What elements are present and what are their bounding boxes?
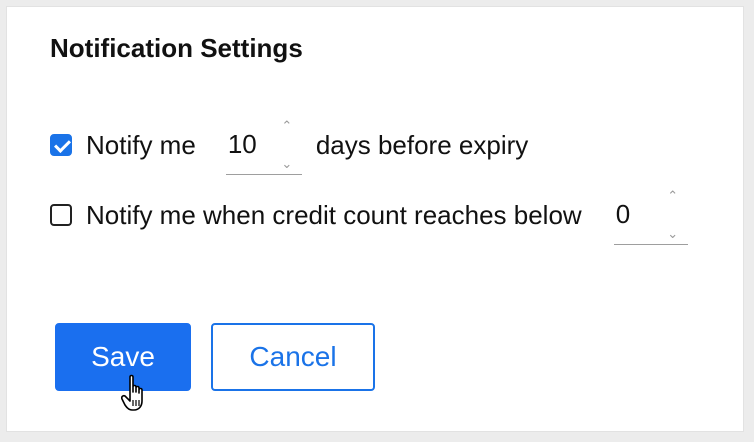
expiry-days-value[interactable]: 10 — [226, 129, 257, 160]
credit-notify-label: Notify me when credit count reaches belo… — [86, 199, 582, 230]
chevron-up-icon[interactable]: ⌃ — [281, 119, 292, 133]
notification-settings-panel: Notification Settings Notify me 10 ⌃ ⌄ d… — [6, 6, 744, 432]
expiry-notify-row: Notify me 10 ⌃ ⌄ days before expiry — [50, 113, 528, 177]
credit-threshold-stepper[interactable]: 0 ⌃ ⌄ — [613, 185, 688, 245]
chevron-down-icon[interactable]: ⌄ — [281, 157, 292, 171]
hand-pointer-icon — [121, 374, 143, 411]
expiry-days-stepper[interactable]: 10 ⌃ ⌄ — [225, 115, 302, 175]
page-title: Notification Settings — [50, 33, 303, 63]
credit-threshold-value[interactable]: 0 — [614, 199, 630, 230]
chevron-down-icon[interactable]: ⌄ — [667, 227, 678, 241]
expiry-suffix-label: days before expiry — [315, 129, 529, 160]
credit-notify-row: Notify me when credit count reaches belo… — [50, 183, 688, 247]
cancel-button[interactable]: Cancel — [211, 323, 375, 391]
credit-notify-checkbox[interactable] — [50, 204, 72, 226]
expiry-notify-checkbox[interactable] — [50, 134, 72, 156]
expiry-notify-label: Notify me — [86, 129, 196, 160]
chevron-up-icon[interactable]: ⌃ — [667, 189, 678, 203]
